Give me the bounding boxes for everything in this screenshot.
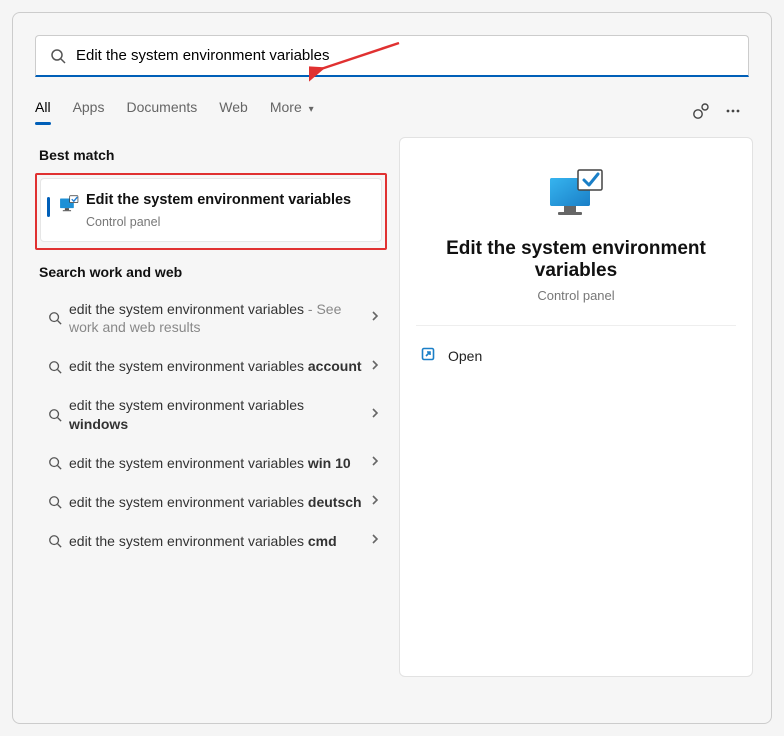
detail-subtitle: Control panel xyxy=(416,288,736,303)
tab-more[interactable]: More ▾ xyxy=(270,99,314,123)
best-match-heading: Best match xyxy=(39,147,387,163)
chevron-right-icon xyxy=(369,532,381,550)
suggestion-text: edit the system environment variables - … xyxy=(69,300,369,338)
open-action[interactable]: Open xyxy=(416,338,736,373)
search-bar[interactable] xyxy=(35,35,749,77)
web-suggestion[interactable]: edit the system environment variables de… xyxy=(35,483,387,522)
filter-tabs: All Apps Documents Web More ▾ xyxy=(13,95,771,127)
detail-icon xyxy=(416,166,736,224)
detail-title: Edit the system environment variables xyxy=(416,238,736,282)
search-icon xyxy=(41,360,69,374)
best-match-title: Edit the system environment variables xyxy=(86,191,371,211)
monitor-check-icon xyxy=(58,193,86,220)
results-list: Best match Edit the system xyxy=(35,137,387,677)
search-icon xyxy=(41,408,69,422)
tab-apps[interactable]: Apps xyxy=(73,99,105,123)
search-web-heading: Search work and web xyxy=(39,264,387,280)
web-suggestion[interactable]: edit the system environment variables wi… xyxy=(35,444,387,483)
open-icon xyxy=(420,346,436,365)
chevron-right-icon xyxy=(369,406,381,424)
suggestion-text: edit the system environment variables wi… xyxy=(69,396,369,434)
divider xyxy=(416,325,736,326)
selection-indicator xyxy=(47,197,50,217)
suggestion-text: edit the system environment variables cm… xyxy=(69,532,369,551)
chevron-right-icon xyxy=(369,309,381,327)
detail-panel: Edit the system environment variables Co… xyxy=(399,137,753,677)
chevron-down-icon: ▾ xyxy=(309,104,314,115)
search-icon xyxy=(41,456,69,470)
search-input[interactable] xyxy=(76,47,736,64)
best-match-result[interactable]: Edit the system environment variables Co… xyxy=(40,178,382,242)
profile-switch-icon[interactable] xyxy=(685,95,717,127)
tab-web[interactable]: Web xyxy=(219,99,248,123)
annotation-highlight: Edit the system environment variables Co… xyxy=(35,173,387,250)
web-suggestion[interactable]: edit the system environment variables - … xyxy=(35,290,387,348)
suggestion-text: edit the system environment variables wi… xyxy=(69,454,369,473)
web-suggestion[interactable]: edit the system environment variables ac… xyxy=(35,347,387,386)
search-window: All Apps Documents Web More ▾ Best match xyxy=(12,12,772,724)
search-icon xyxy=(48,48,68,64)
chevron-right-icon xyxy=(369,493,381,511)
chevron-right-icon xyxy=(369,454,381,472)
search-icon xyxy=(41,311,69,325)
suggestion-text: edit the system environment variables de… xyxy=(69,493,369,512)
web-suggestion[interactable]: edit the system environment variables wi… xyxy=(35,386,387,444)
suggestion-text: edit the system environment variables ac… xyxy=(69,357,369,376)
search-icon xyxy=(41,495,69,509)
web-suggestion[interactable]: edit the system environment variables cm… xyxy=(35,522,387,561)
best-match-subtitle: Control panel xyxy=(86,215,371,229)
chevron-right-icon xyxy=(369,358,381,376)
more-options-icon[interactable] xyxy=(717,95,749,127)
open-label: Open xyxy=(448,348,482,364)
search-icon xyxy=(41,534,69,548)
tab-documents[interactable]: Documents xyxy=(126,99,197,123)
tab-all[interactable]: All xyxy=(35,99,51,123)
